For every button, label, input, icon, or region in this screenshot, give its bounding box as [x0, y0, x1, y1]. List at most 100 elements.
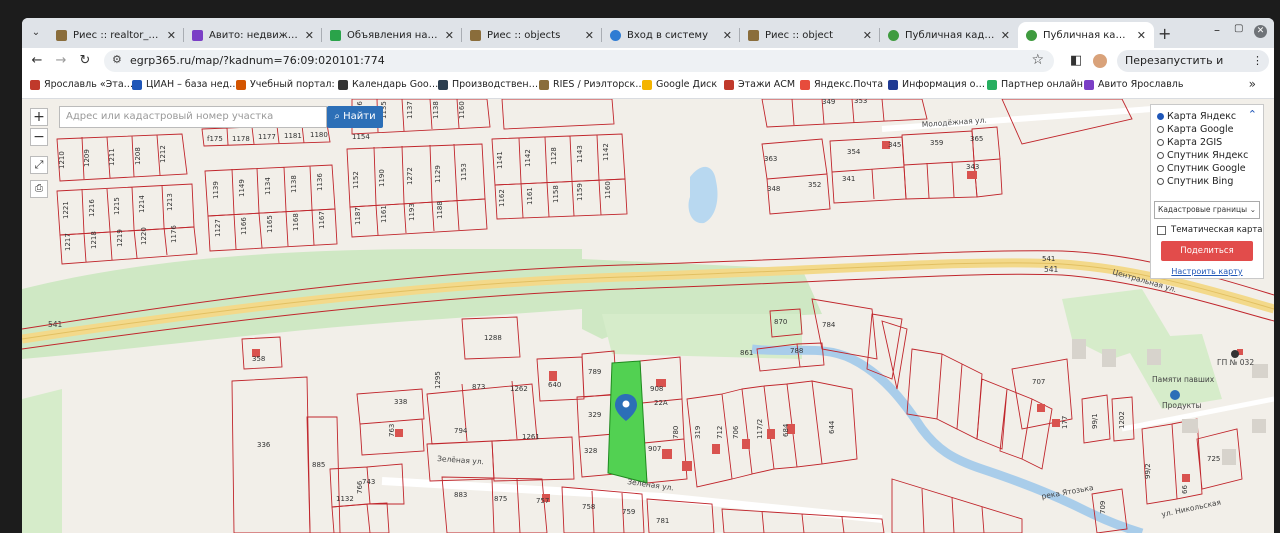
parcel-number-label: 1220 — [140, 227, 148, 245]
check-icon — [1026, 29, 1037, 41]
parcel-number-label: 1215 — [113, 197, 121, 215]
bookmark-item[interactable]: Учебный портал: — [236, 79, 335, 90]
parcel-number-label: 725 — [1207, 455, 1220, 463]
parcel-number-label: 1180 — [310, 131, 328, 139]
close-tab-icon[interactable]: ✕ — [723, 29, 732, 42]
close-tab-icon[interactable]: ✕ — [305, 29, 314, 42]
parcel-number-label: 1168 — [292, 213, 300, 231]
kebab-menu-icon[interactable]: ⋮ — [1252, 50, 1263, 72]
poi-stop-label: ГП № 032 — [1217, 358, 1254, 367]
tab-search-chevron-icon[interactable]: ⌄ — [28, 25, 44, 41]
close-tab-icon[interactable]: ✕ — [585, 29, 594, 42]
map-canvas[interactable]: Молодёжная ул. Центральная ул. Зелёная у… — [22, 99, 1274, 533]
parcel-number-label: 788 — [790, 347, 803, 355]
bookmark-item[interactable]: ЦИАН – база нед… — [132, 79, 239, 90]
cadastral-map[interactable]: Молодёжная ул. Центральная ул. Зелёная у… — [22, 99, 1274, 533]
parcel-number-label: 329 — [588, 411, 601, 419]
ries-icon — [748, 29, 759, 41]
parcel-number-label: 1181 — [284, 132, 302, 140]
parcel-number-label: 1159 — [576, 183, 584, 201]
maximize-icon[interactable]: ▢ — [1234, 23, 1243, 34]
relaunch-update-button[interactable]: Перезапустить и обновить ⋮ — [1117, 50, 1269, 89]
radio[interactable] — [1157, 126, 1164, 133]
layer-option-yandex-satellite[interactable]: Спутник Яндекс — [1157, 150, 1248, 161]
zoom-out-button[interactable]: − — [30, 128, 48, 146]
parcel-number-label: 907 — [648, 445, 661, 453]
reload-icon[interactable]: ↻ — [76, 52, 94, 70]
close-tab-icon[interactable]: ✕ — [1001, 29, 1010, 42]
bookmark-item[interactable]: Яндекс.Почта — [800, 79, 883, 90]
layer-option-google-satellite[interactable]: Спутник Google — [1157, 163, 1246, 174]
layer-option-google-map[interactable]: Карта Google — [1157, 124, 1233, 135]
tab-ries-objects[interactable]: Риес :: objects ✕ — [462, 22, 602, 48]
close-window-icon[interactable]: ✕ — [1254, 25, 1267, 38]
tab-public-cadastral-active[interactable]: Публичная кадастровая ✕ — [1018, 22, 1154, 48]
poi-shop-label: Продукты — [1162, 401, 1202, 410]
overlay-select[interactable]: Кадастровые границы ⌄ — [1154, 201, 1260, 219]
bookmark-item[interactable]: Партнер онлайн — [987, 79, 1083, 90]
bookmark-item[interactable]: Google Диск — [642, 79, 717, 90]
address-bar[interactable]: ⚙ egrp365.ru/map/?kadnum=76:09:020101:77… — [104, 50, 1054, 72]
street-label-zelenaya-1: Зелёная ул. — [437, 454, 484, 466]
bookmark-item[interactable]: Ярославль «Эта… — [30, 79, 133, 90]
layer-option-2gis-map[interactable]: Карта 2GIS — [1157, 137, 1222, 148]
close-tab-icon[interactable]: ✕ — [1137, 29, 1146, 42]
collapse-chevron-icon[interactable]: ⌃ — [1248, 108, 1257, 121]
parcel-number-label: 1193 — [408, 203, 416, 221]
parcel-number-label: 1141 — [496, 151, 504, 169]
radio[interactable] — [1157, 152, 1164, 159]
close-tab-icon[interactable]: ✕ — [863, 29, 872, 42]
layer-option-yandex-map[interactable]: Карта Яндекс — [1157, 111, 1236, 122]
back-arrow-icon[interactable]: ← — [28, 52, 46, 70]
parcel-number-label: 1142 — [602, 143, 610, 161]
parcel-number-label: 861 — [740, 349, 753, 357]
close-tab-icon[interactable]: ✕ — [167, 29, 176, 42]
parcel-number-label: 780 — [672, 426, 680, 439]
parcel-number-label: 348 — [767, 185, 780, 193]
radio[interactable] — [1157, 139, 1164, 146]
bookmark-item[interactable]: Авито Ярославль — [1084, 79, 1183, 90]
minimize-icon[interactable]: – — [1214, 23, 1220, 37]
checkbox[interactable] — [1157, 225, 1166, 235]
tab-ries-object[interactable]: Риес :: object ✕ — [740, 22, 880, 48]
forward-arrow-icon[interactable]: → — [52, 52, 70, 70]
thematic-map-checkbox[interactable]: Тематическая карта — [1157, 225, 1263, 235]
share-link-button[interactable]: Поделиться ссылкой — [1161, 241, 1253, 276]
site-info-icon[interactable]: ⚙ — [112, 53, 122, 66]
tab-public-cadastral-1[interactable]: Публичная кадастровая ✕ — [880, 22, 1018, 48]
tab-avito-realty[interactable]: Авито: недвижимость ✕ — [184, 22, 322, 48]
radio[interactable] — [1157, 178, 1164, 185]
bookmarks-overflow-icon[interactable]: » — [1249, 77, 1256, 91]
parcel-number-label: 1202 — [1118, 411, 1126, 429]
zoom-in-button[interactable]: + — [30, 108, 48, 126]
bookmark-item[interactable]: Календарь Goo… — [338, 79, 438, 90]
side-panel-icon[interactable]: ◧ — [1070, 53, 1082, 68]
avito-icon — [192, 29, 203, 41]
bookmark-item[interactable]: Информация о… — [888, 79, 985, 90]
configure-map-link[interactable]: Настроить карту — [1151, 267, 1263, 276]
print-icon[interactable]: ⎙ — [30, 180, 48, 198]
bookmark-item[interactable]: Этажи АСМ — [724, 79, 795, 90]
new-tab-button[interactable]: + — [1158, 24, 1171, 43]
tab-ries-realtor-window[interactable]: Риес :: realtor_window ✕ — [48, 22, 184, 48]
parcel-number-label: 363 — [764, 155, 777, 163]
tab-login[interactable]: Вход в систему ✕ — [602, 22, 740, 48]
radio-selected[interactable] — [1157, 113, 1164, 120]
parcel-number-label: 1132 — [336, 495, 354, 503]
bookmark-star-icon[interactable]: ☆ — [1031, 52, 1044, 68]
cadastral-search-input[interactable]: Адрес или кадастровый номер участка — [59, 106, 327, 128]
radio[interactable] — [1157, 165, 1164, 172]
tab-avito-ads[interactable]: Объявления на Авито ✕ — [322, 22, 462, 48]
layer-option-bing-satellite[interactable]: Спутник Bing — [1157, 176, 1233, 187]
parcel-number-label: 684 — [782, 423, 790, 437]
bookmark-favicon-icon — [800, 79, 810, 90]
bookmark-item[interactable]: RIES / Риэлторск… — [539, 79, 645, 90]
parcel-number-label: 1261 — [522, 433, 540, 441]
selected-parcel[interactable] — [607, 360, 648, 484]
bookmark-item[interactable]: Производствен… — [438, 79, 538, 90]
search-button[interactable]: ⌕ Найти — [327, 106, 383, 128]
close-tab-icon[interactable]: ✕ — [445, 29, 454, 42]
profile-avatar[interactable] — [1093, 54, 1107, 68]
parcel-number-label: 541 — [1042, 255, 1055, 263]
fullscreen-icon[interactable]: ⤢ — [30, 156, 48, 174]
